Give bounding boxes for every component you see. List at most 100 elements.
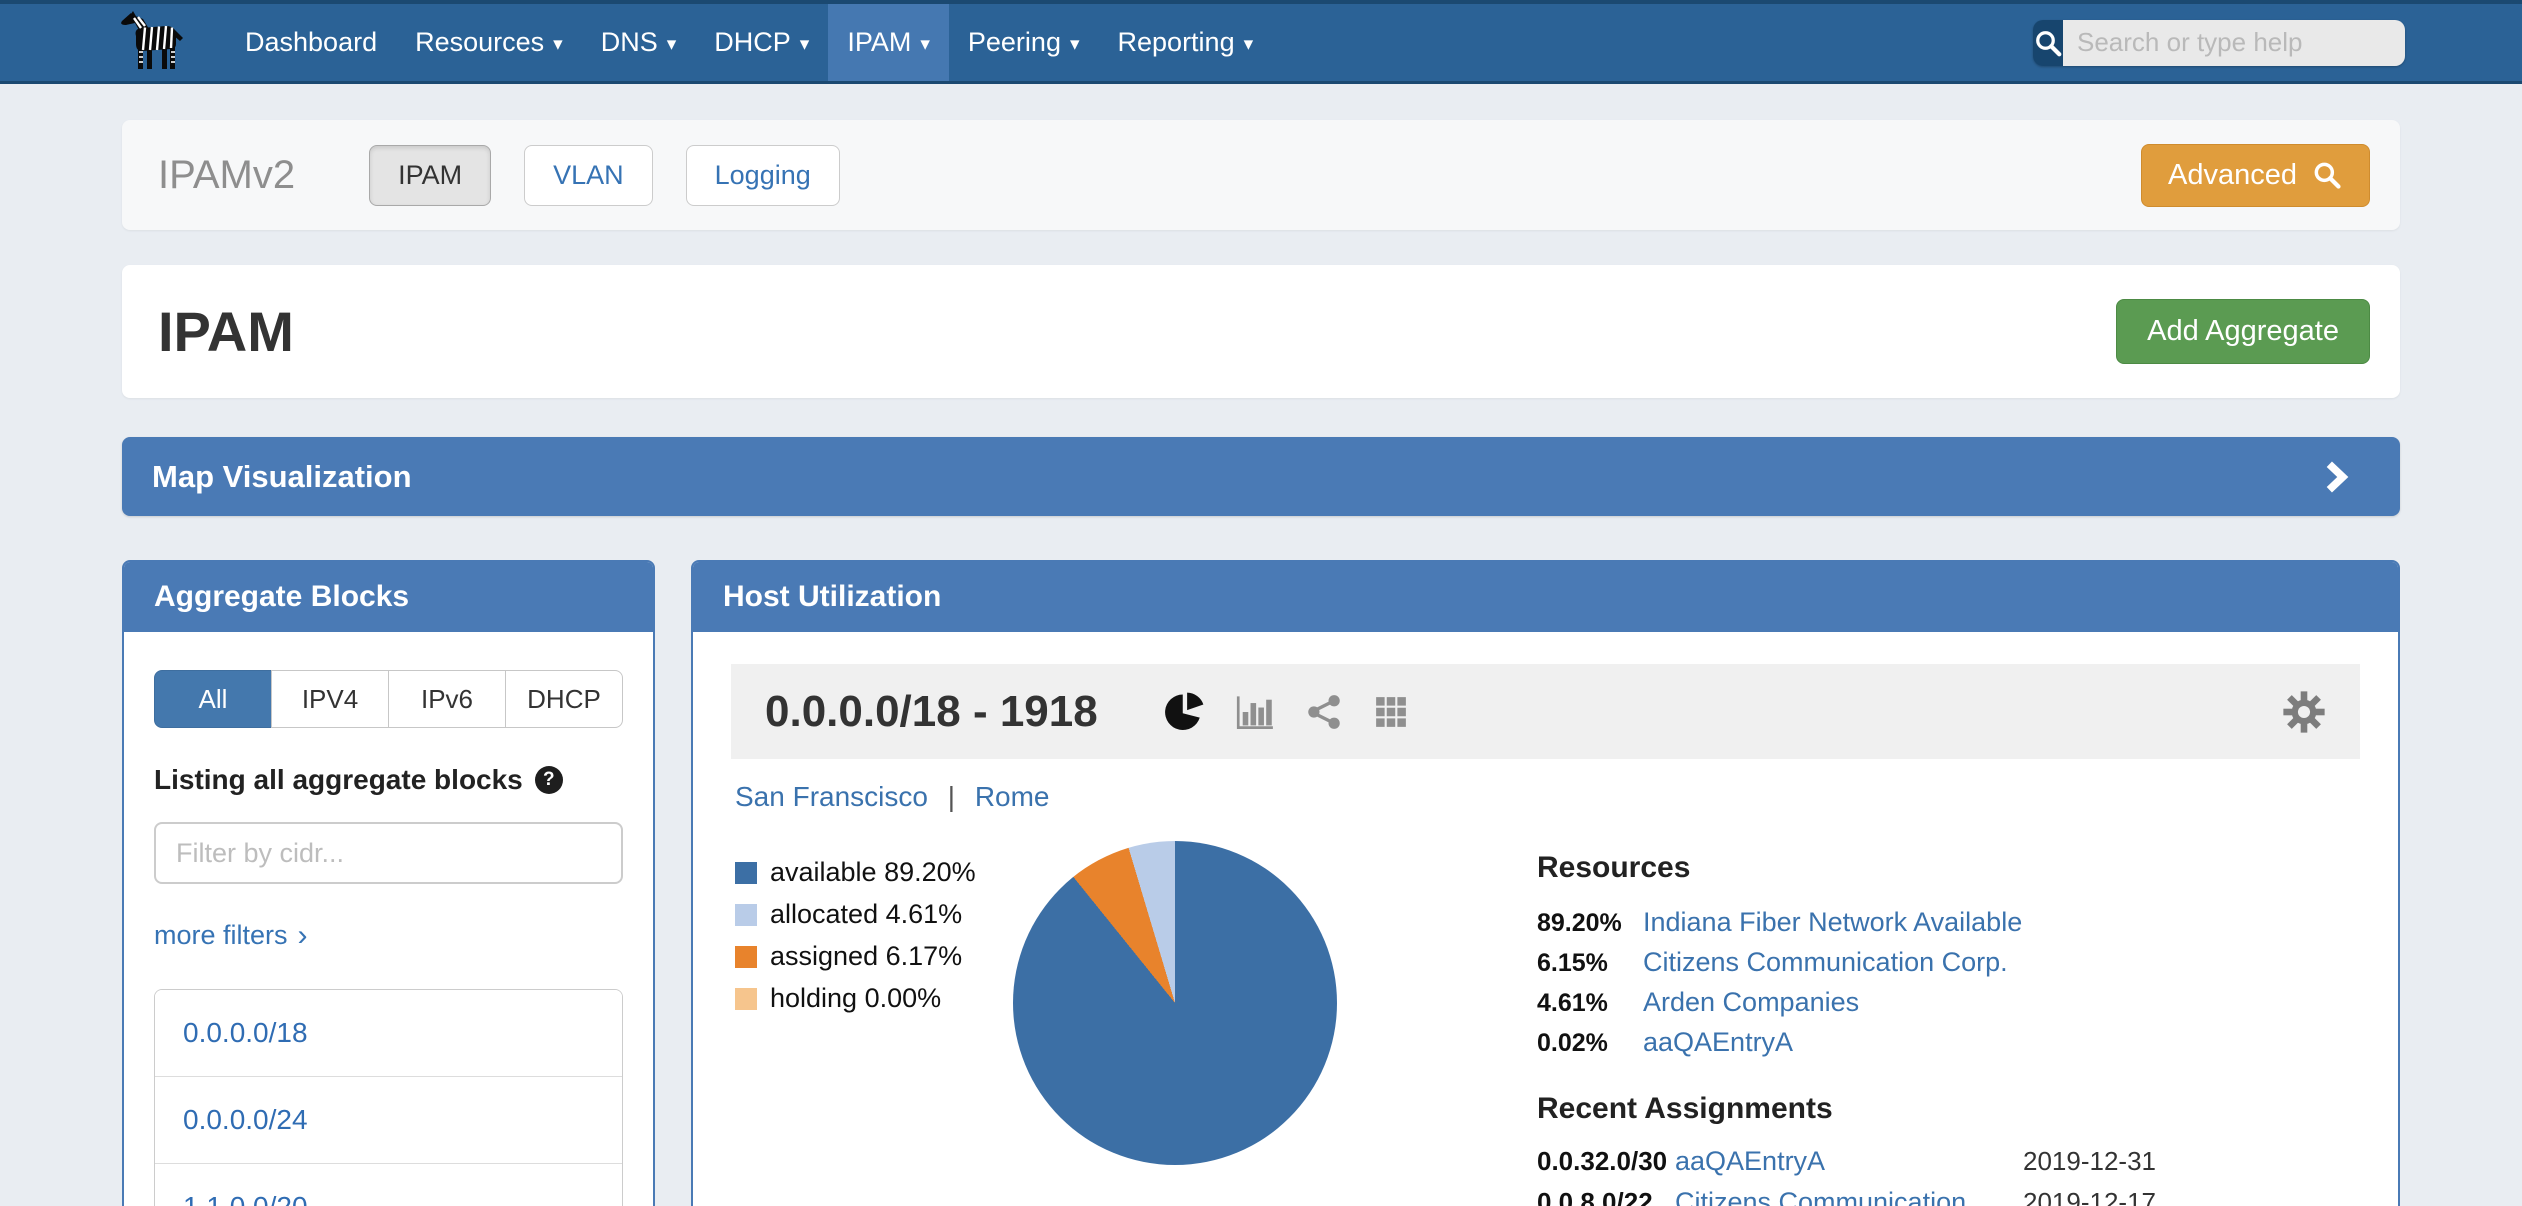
bar-chart-icon[interactable] — [1236, 694, 1274, 730]
chevron-right-icon[interactable] — [2318, 460, 2352, 494]
caret-down-icon: ▾ — [667, 31, 677, 54]
resource-row: 89.20% Indiana Fiber Network Available — [1537, 907, 2156, 938]
share-icon[interactable] — [1306, 694, 1342, 730]
legend-label: assigned 6.17% — [770, 941, 962, 972]
aggregate-blocks-title: Aggregate Blocks — [124, 562, 653, 632]
aggregate-block-link[interactable]: 0.0.0.0/24 — [155, 1076, 622, 1163]
aggregate-blocks-panel: Aggregate Blocks All IPV4 IPv6 DHCP List… — [122, 560, 655, 1206]
aggregate-block-link[interactable]: 0.0.0.0/18 — [155, 990, 622, 1076]
tab-ipv4[interactable]: IPV4 — [271, 670, 389, 728]
block-title: 0.0.0.0/18 - 1918 — [765, 687, 1098, 737]
help-icon[interactable]: ? — [535, 766, 563, 794]
resource-row: 0.02% aaQAEntryA — [1537, 1027, 2156, 1058]
assignment-cidr: 0.0.8.0/22 — [1537, 1187, 1675, 1206]
aggregate-block-list: 0.0.0.0/18 0.0.0.0/24 1.1.0.0/20 1.1.4.0… — [154, 989, 623, 1206]
legend-row: allocated 4.61% — [735, 899, 1013, 930]
legend-swatch-allocated — [735, 904, 757, 926]
utilization-content: available 89.20% allocated 4.61% assigne… — [731, 851, 2360, 1206]
add-aggregate-button[interactable]: Add Aggregate — [2116, 299, 2370, 364]
caret-down-icon: ▾ — [553, 31, 563, 54]
aggregate-blocks-body: All IPV4 IPv6 DHCP Listing all aggregate… — [124, 632, 653, 1206]
caret-down-icon: ▾ — [800, 31, 810, 54]
nav-label: DHCP — [714, 27, 791, 58]
more-filters-link[interactable]: more filters › — [154, 920, 308, 951]
resource-percent: 4.61% — [1537, 989, 1643, 1018]
resource-link[interactable]: Arden Companies — [1643, 987, 1859, 1018]
search-icon[interactable] — [2033, 20, 2063, 66]
host-utilization-panel: Host Utilization 0.0.0.0/18 - 1918 — [691, 560, 2400, 1206]
tab-dhcp[interactable]: DHCP — [505, 670, 623, 728]
resources-rows: 89.20% Indiana Fiber Network Available 6… — [1537, 907, 2156, 1058]
link-separator: | — [948, 781, 955, 812]
legend-label: allocated 4.61% — [770, 899, 962, 930]
resources-heading: Resources — [1537, 851, 2156, 885]
resource-percent: 0.02% — [1537, 1029, 1643, 1058]
legend-swatch-holding — [735, 988, 757, 1010]
resource-percent: 89.20% — [1537, 909, 1643, 938]
tab-ipv6[interactable]: IPv6 — [388, 670, 506, 728]
nav-item-peering[interactable]: Peering ▾ — [949, 4, 1099, 81]
resource-link[interactable]: Indiana Fiber Network Available — [1643, 907, 2022, 938]
nav-label: Dashboard — [245, 27, 377, 58]
caret-down-icon: ▾ — [1070, 31, 1080, 54]
tab-logging[interactable]: Logging — [686, 145, 840, 206]
resources-column: Resources 89.20% Indiana Fiber Network A… — [1537, 851, 2156, 1206]
page-header: IPAM Add Aggregate — [122, 265, 2400, 398]
resource-row: 6.15% Citizens Communication Corp. — [1537, 947, 2156, 978]
nav-item-dhcp[interactable]: DHCP ▾ — [695, 4, 828, 81]
resource-link[interactable]: Citizens Communication Corp. — [1643, 947, 2008, 978]
host-utilization-body: 0.0.0.0/18 - 1918 — [693, 632, 2398, 1206]
assignment-link[interactable]: Citizens Communication Corp. — [1675, 1187, 2023, 1206]
legend-row: assigned 6.17% — [735, 941, 1013, 972]
nav-item-dashboard[interactable]: Dashboard — [226, 4, 396, 81]
pie-chart-icon[interactable] — [1164, 692, 1204, 732]
assignment-cidr: 0.0.32.0/30 — [1537, 1146, 1675, 1177]
aggregate-block-link[interactable]: 1.1.0.0/20 — [155, 1163, 622, 1206]
settings-gear-icon[interactable] — [2282, 690, 2326, 734]
tab-ipam[interactable]: IPAM — [369, 145, 491, 206]
legend-label: holding 0.00% — [770, 983, 941, 1014]
location-links: San Franscisco | Rome — [731, 781, 2360, 813]
assignment-link[interactable]: aaQAEntryA — [1675, 1146, 2023, 1177]
map-visualization-title: Map Visualization — [152, 459, 412, 495]
nav-label: Resources — [415, 27, 544, 58]
resource-percent: 6.15% — [1537, 949, 1643, 978]
nav-item-ipam[interactable]: IPAM ▾ — [828, 4, 949, 81]
assignment-date: 2019-12-31 — [2023, 1146, 2156, 1177]
caret-down-icon: ▾ — [1244, 31, 1254, 54]
page-title: IPAM — [158, 299, 294, 364]
nav-item-resources[interactable]: Resources ▾ — [396, 4, 582, 81]
nav-item-dns[interactable]: DNS ▾ — [582, 4, 696, 81]
block-toolbar: 0.0.0.0/18 - 1918 — [731, 664, 2360, 759]
pie-legend: available 89.20% allocated 4.61% assigne… — [731, 851, 1013, 1206]
location-link-san-francisco[interactable]: San Franscisco — [735, 781, 928, 812]
search-input[interactable] — [2063, 20, 2405, 66]
caret-down-icon: ▾ — [920, 31, 930, 54]
zebra-icon — [118, 10, 190, 76]
map-visualization-bar[interactable]: Map Visualization — [122, 437, 2400, 516]
more-filters-label: more filters — [154, 920, 288, 951]
resource-link[interactable]: aaQAEntryA — [1643, 1027, 1793, 1058]
nav-item-reporting[interactable]: Reporting ▾ — [1099, 4, 1273, 81]
location-link-rome[interactable]: Rome — [975, 781, 1050, 812]
ipamv2-toolbar: IPAMv2 IPAM VLAN Logging Advanced — [122, 120, 2400, 230]
chevron-right-icon: › — [298, 921, 308, 951]
dashboard-columns: Aggregate Blocks All IPV4 IPv6 DHCP List… — [122, 560, 2400, 1206]
legend-row: holding 0.00% — [735, 983, 1013, 1014]
host-utilization-title: Host Utilization — [693, 562, 2398, 632]
grid-icon[interactable] — [1374, 695, 1408, 729]
main-menu: Dashboard Resources ▾ DNS ▾ DHCP ▾ IPAM … — [226, 4, 1272, 81]
nav-label: DNS — [601, 27, 658, 58]
advanced-label: Advanced — [2168, 159, 2297, 192]
cidr-filter-input[interactable] — [154, 822, 623, 884]
advanced-search-button[interactable]: Advanced — [2141, 144, 2370, 207]
assignment-row: 0.0.32.0/30 aaQAEntryA 2019-12-31 — [1537, 1146, 2156, 1177]
zebra-logo[interactable] — [118, 4, 190, 81]
nav-label: IPAM — [847, 27, 911, 58]
top-navbar: Dashboard Resources ▾ DNS ▾ DHCP ▾ IPAM … — [0, 0, 2522, 84]
tab-vlan[interactable]: VLAN — [524, 145, 653, 206]
assignment-row: 0.0.8.0/22 Citizens Communication Corp. … — [1537, 1187, 2156, 1206]
tab-all[interactable]: All — [154, 670, 272, 728]
legend-swatch-available — [735, 862, 757, 884]
recent-assignments-rows: 0.0.32.0/30 aaQAEntryA 2019-12-31 0.0.8.… — [1537, 1146, 2156, 1206]
